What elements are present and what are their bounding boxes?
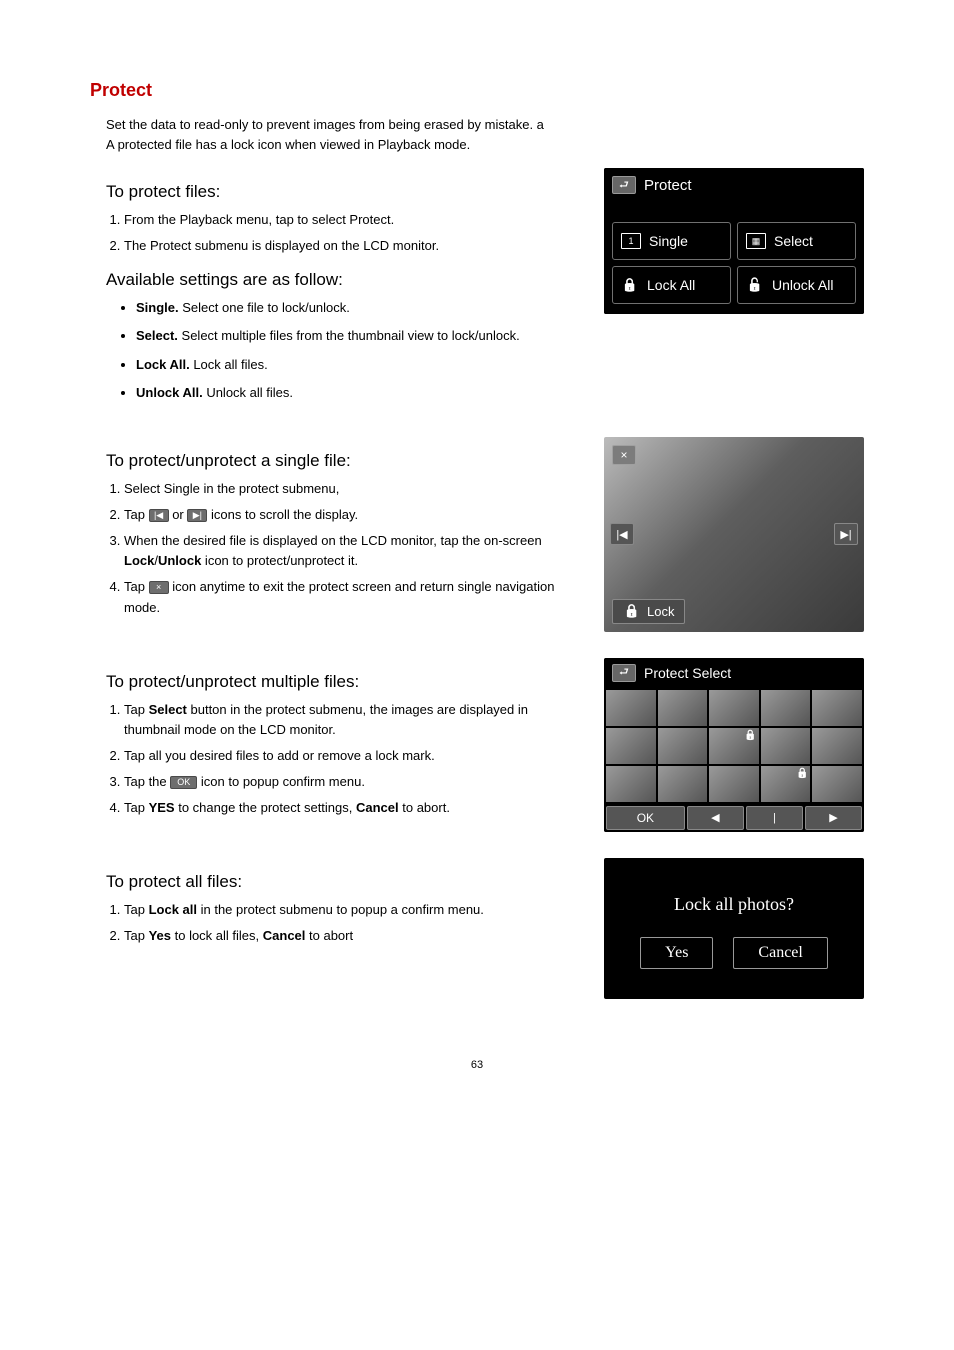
close-icon: × — [149, 581, 169, 594]
list-item: Tap × icon anytime to exit the protect s… — [124, 577, 580, 617]
list-item: Tap |◀ or ▶| icons to scroll the display… — [124, 505, 580, 525]
multiple-files-section: To protect/unprotect multiple files: Tap… — [90, 658, 864, 832]
protect-files-section: To protect files: From the Playback menu… — [90, 168, 864, 411]
list-item: Select Single in the protect submenu, — [124, 479, 580, 499]
next-icon[interactable]: ▶| — [834, 523, 858, 545]
page-number: 63 — [90, 1059, 864, 1071]
list-item: Tap Select button in the protect submenu… — [124, 700, 580, 740]
next-icon: ▶| — [187, 509, 207, 522]
list-item: Tap Yes to lock all files, Cancel to abo… — [124, 926, 580, 946]
screen-title: Protect Select — [644, 665, 731, 681]
confirm-question: Lock all photos? — [618, 894, 850, 915]
ok-button[interactable]: OK — [606, 806, 685, 830]
list-item: Tap the OK icon to popup confirm menu. — [124, 772, 580, 792]
list-item: Lock All. Lock all files. — [136, 355, 580, 375]
thumbnail[interactable] — [761, 690, 811, 726]
single-file-section: To protect/unprotect a single file: Sele… — [90, 437, 864, 632]
lock-icon — [623, 604, 641, 618]
multiple-steps: Tap Select button in the protect submenu… — [106, 700, 580, 819]
list-item: Tap YES to change the protect settings, … — [124, 798, 580, 818]
thumbnail[interactable] — [658, 728, 708, 764]
unlock-all-button[interactable]: Unlock All — [737, 266, 856, 304]
cancel-button[interactable]: Cancel — [733, 937, 827, 969]
list-item: Single. Select one file to lock/unlock. — [136, 298, 580, 318]
thumbnail[interactable] — [761, 766, 811, 802]
thumbnail[interactable] — [709, 690, 759, 726]
all-heading: To protect all files: — [106, 872, 580, 892]
prev-icon: |◀ — [149, 509, 169, 522]
nav-prev-icon[interactable]: ◀ — [687, 806, 744, 830]
prev-icon[interactable]: |◀ — [610, 523, 634, 545]
confirm-dialog-screenshot: Lock all photos? Yes Cancel — [604, 858, 864, 999]
list-item: Tap Lock all in the protect submenu to p… — [124, 900, 580, 920]
intro-text: Set the data to read-only to prevent ima… — [106, 115, 864, 154]
screen-title: Protect — [644, 177, 692, 194]
multiple-heading: To protect/unprotect multiple files: — [106, 672, 580, 692]
available-settings-list: Single. Select one file to lock/unlock. … — [118, 298, 580, 403]
all-files-section: To protect all files: Tap Lock all in th… — [90, 858, 864, 999]
ok-icon: OK — [170, 776, 197, 789]
page-title: Protect — [90, 80, 864, 101]
protect-files-steps: From the Playback menu, tap to select Pr… — [106, 210, 580, 256]
lock-button[interactable]: Lock — [612, 599, 685, 624]
nav-scrub-icon[interactable]: | — [746, 806, 803, 830]
thumbnail[interactable] — [812, 766, 862, 802]
thumbnail[interactable] — [709, 766, 759, 802]
thumbnail[interactable] — [606, 728, 656, 764]
all-steps: Tap Lock all in the protect submenu to p… — [106, 900, 580, 946]
select-icon: ▦ — [746, 233, 766, 249]
close-icon[interactable]: × — [612, 445, 636, 465]
thumbnail[interactable] — [812, 728, 862, 764]
list-item: Select. Select multiple files from the t… — [136, 326, 580, 346]
thumbnail[interactable] — [606, 766, 656, 802]
lock-all-button[interactable]: Lock All — [612, 266, 731, 304]
single-button[interactable]: 1 Single — [612, 222, 731, 260]
thumbnail[interactable] — [761, 728, 811, 764]
single-heading: To protect/unprotect a single file: — [106, 451, 580, 471]
back-icon[interactable]: ⮐ — [612, 664, 636, 682]
single-steps: Select Single in the protect submenu, Ta… — [106, 479, 580, 618]
available-settings-heading: Available settings are as follow: — [106, 270, 580, 290]
thumbnail[interactable] — [709, 728, 759, 764]
list-item: When the desired file is displayed on th… — [124, 531, 580, 571]
thumbnail[interactable] — [658, 766, 708, 802]
protect-select-screenshot: ⮐ Protect Select OK — [604, 658, 864, 832]
nav-next-icon[interactable]: ▶ — [805, 806, 862, 830]
thumbnail[interactable] — [812, 690, 862, 726]
protect-files-heading: To protect files: — [106, 182, 580, 202]
thumbnail[interactable] — [606, 690, 656, 726]
lock-icon — [621, 278, 639, 292]
list-item: Tap all you desired files to add or remo… — [124, 746, 580, 766]
list-item: From the Playback menu, tap to select Pr… — [124, 210, 580, 230]
yes-button[interactable]: Yes — [640, 937, 713, 969]
list-item: Unlock All. Unlock all files. — [136, 383, 580, 403]
unlock-icon — [746, 278, 764, 292]
thumbnail-grid — [604, 688, 864, 804]
single-icon: 1 — [621, 233, 641, 249]
single-preview-screenshot: × |◀ ▶| Lock — [604, 437, 864, 632]
back-icon[interactable]: ⮐ — [612, 176, 636, 194]
thumbnail[interactable] — [658, 690, 708, 726]
list-item: The Protect submenu is displayed on the … — [124, 236, 580, 256]
protect-menu-screenshot: ⮐ Protect 1 Single ▦ Select Lock All — [604, 168, 864, 314]
select-button[interactable]: ▦ Select — [737, 222, 856, 260]
